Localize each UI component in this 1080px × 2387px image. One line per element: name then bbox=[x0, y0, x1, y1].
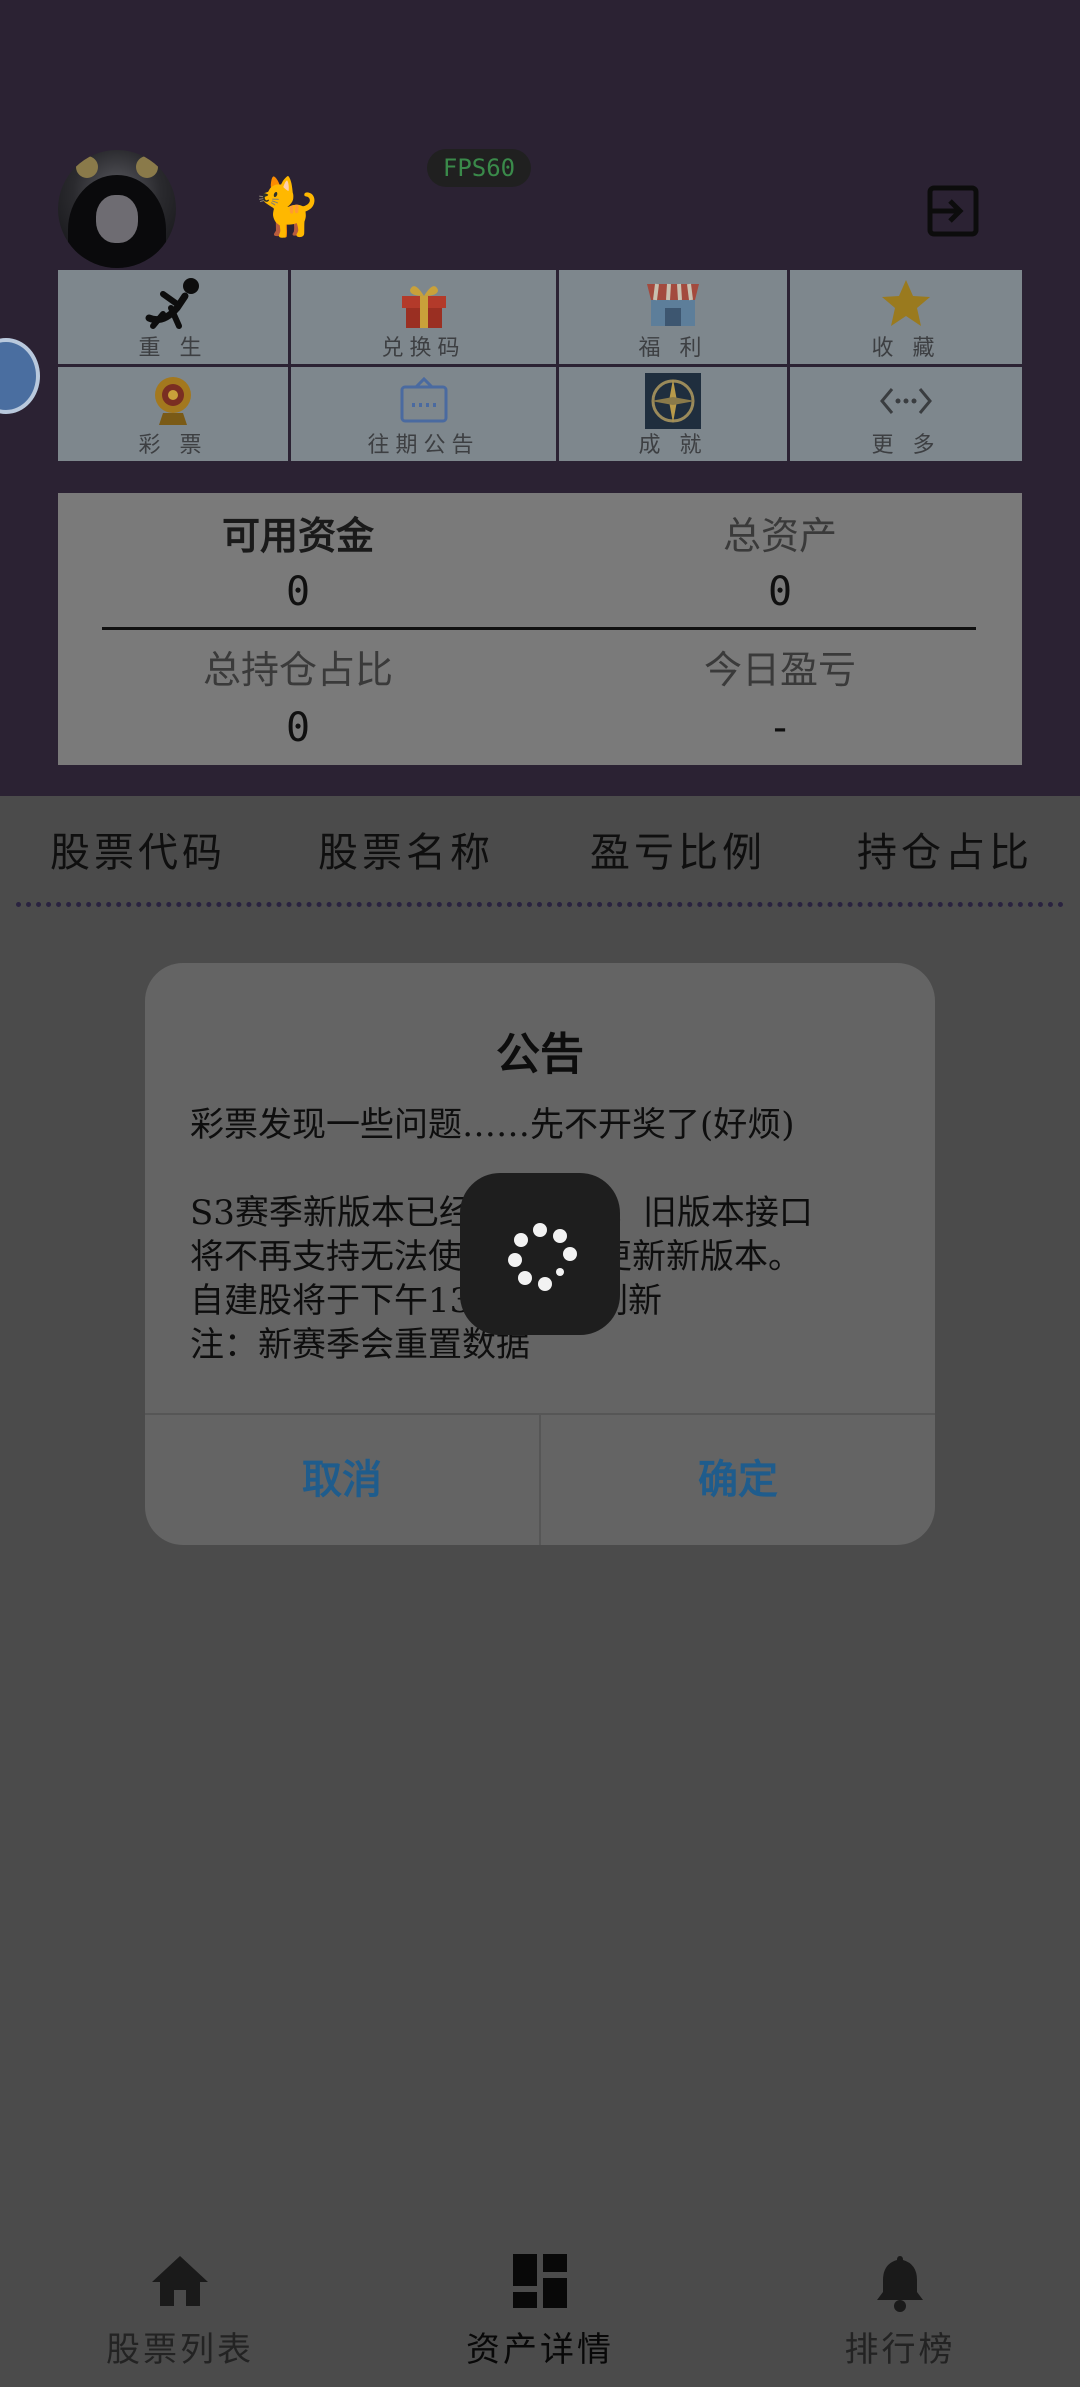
cancel-button[interactable]: 取消 bbox=[145, 1415, 539, 1545]
dialog-line: 彩票发现一些问题……先不开奖了(好烦) bbox=[190, 1105, 795, 1145]
confirm-button[interactable]: 确定 bbox=[541, 1415, 935, 1545]
column-header-position-ratio[interactable]: 持仓占比 bbox=[857, 820, 1033, 878]
spinner-dot bbox=[563, 1247, 577, 1261]
tab-label: 排行榜 bbox=[844, 2330, 956, 2370]
lottery-wheel-icon bbox=[155, 377, 191, 425]
loading-spinner bbox=[460, 1173, 620, 1335]
avatar-accessory-right bbox=[136, 156, 158, 178]
position-ratio-value: 0 bbox=[285, 705, 311, 751]
menu-item-label: 福 利 bbox=[638, 336, 708, 361]
avatar-face bbox=[96, 195, 138, 243]
position-ratio-label: 总持仓占比 bbox=[202, 648, 393, 692]
menu-item-lottery[interactable]: 彩 票 bbox=[58, 367, 288, 461]
compass-icon bbox=[645, 373, 701, 429]
star-icon bbox=[882, 280, 930, 326]
tab-label: 股票列表 bbox=[106, 2330, 254, 2370]
more-icon bbox=[880, 388, 932, 414]
menu-item-label: 收 藏 bbox=[871, 336, 941, 361]
falling-person-icon bbox=[145, 278, 199, 329]
shop-icon bbox=[647, 283, 699, 326]
spinner-dot bbox=[553, 1229, 567, 1243]
column-header-pnl-ratio[interactable]: 盈亏比例 bbox=[590, 820, 766, 878]
cat-icon[interactable]: 🐈 bbox=[252, 180, 322, 236]
spinner-dot bbox=[514, 1233, 528, 1247]
dialog-title: 公告 bbox=[496, 1029, 584, 1080]
home-icon bbox=[152, 2256, 208, 2306]
spinner-dot bbox=[518, 1271, 532, 1285]
fps-badge: FPS60 bbox=[427, 149, 531, 187]
menu-item-label: 兑换码 bbox=[381, 336, 466, 361]
asset-summary-card: 可用资金 0 总资产 0 总持仓占比 0 今日盈亏 - bbox=[58, 493, 1022, 765]
table-header-divider bbox=[16, 902, 1064, 907]
menu-item-favorites[interactable]: 收 藏 bbox=[790, 270, 1022, 364]
logout-icon[interactable] bbox=[926, 184, 980, 238]
tab-label: 资产详情 bbox=[466, 2330, 614, 2370]
tab-asset-details[interactable]: 资产详情 bbox=[360, 2230, 720, 2387]
menu-item-past-announcements[interactable]: 往期公告 bbox=[291, 367, 556, 461]
total-assets-label: 总资产 bbox=[722, 514, 837, 558]
spinner-dot bbox=[538, 1277, 552, 1291]
menu-item-label: 往期公告 bbox=[367, 433, 480, 458]
stats-divider bbox=[102, 627, 976, 630]
available-funds-value: 0 bbox=[285, 569, 311, 615]
avatar-accessory-left bbox=[76, 156, 98, 178]
menu-item-label: 重 生 bbox=[138, 336, 208, 361]
menu-grid: 重 生 兑换码 福 利 收 藏 彩 票 往期公告 成 就 更 多 bbox=[58, 270, 1022, 462]
bottom-tab-bar: 股票列表 资产详情 排行榜 bbox=[0, 2230, 1080, 2387]
menu-item-label: 更 多 bbox=[871, 433, 941, 458]
bell-icon bbox=[877, 2256, 923, 2312]
menu-item-label: 彩 票 bbox=[138, 433, 208, 458]
spinner-dot bbox=[533, 1223, 547, 1237]
spinner-dot bbox=[556, 1268, 564, 1276]
column-header-code[interactable]: 股票代码 bbox=[50, 820, 226, 878]
menu-item-label: 成 就 bbox=[638, 433, 708, 458]
menu-item-redeem-code[interactable]: 兑换码 bbox=[291, 270, 556, 364]
announcement-icon bbox=[400, 376, 447, 423]
tab-leaderboard[interactable]: 排行榜 bbox=[720, 2230, 1080, 2387]
tab-stock-list[interactable]: 股票列表 bbox=[0, 2230, 360, 2387]
menu-item-welfare[interactable]: 福 利 bbox=[559, 270, 787, 364]
spinner-dot bbox=[508, 1253, 522, 1267]
total-assets-value: 0 bbox=[767, 569, 793, 615]
today-pnl-label: 今日盈亏 bbox=[703, 648, 856, 692]
today-pnl-value: - bbox=[767, 705, 793, 751]
column-header-name[interactable]: 股票名称 bbox=[318, 820, 494, 878]
available-funds-label: 可用资金 bbox=[221, 513, 374, 558]
gift-icon bbox=[401, 286, 446, 328]
menu-item-rebirth[interactable]: 重 生 bbox=[58, 270, 288, 364]
menu-item-achievements[interactable]: 成 就 bbox=[559, 367, 787, 461]
avatar[interactable] bbox=[58, 150, 176, 268]
dashboard-icon bbox=[513, 2254, 567, 2308]
menu-item-more[interactable]: 更 多 bbox=[790, 367, 1022, 461]
